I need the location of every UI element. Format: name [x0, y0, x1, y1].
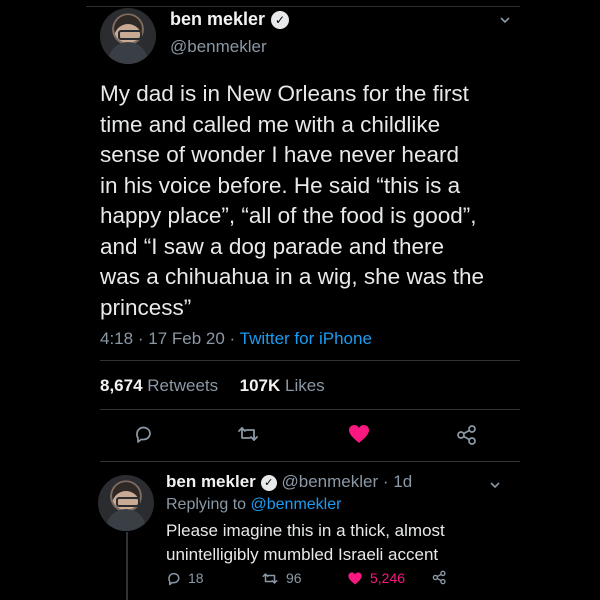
- tweet-source[interactable]: Twitter for iPhone: [240, 329, 372, 348]
- tweet-text: My dad is in New Orleans for the first t…: [100, 81, 484, 320]
- author-handle[interactable]: @benmekler: [170, 37, 267, 57]
- meta-separator: ·: [137, 329, 144, 348]
- reply-count: 18: [188, 570, 204, 586]
- chevron-down-icon[interactable]: [499, 14, 511, 26]
- retweets-stat[interactable]: 8,674 Retweets: [100, 376, 218, 395]
- retweets-label: Retweets: [147, 376, 219, 395]
- avatar[interactable]: [100, 8, 156, 64]
- reply-text: Please imagine this in a thick, almost u…: [166, 521, 445, 564]
- replying-prefix: Replying to: [166, 496, 247, 513]
- retweet-count: 96: [286, 570, 302, 586]
- glasses-icon: [118, 30, 142, 40]
- likes-stat[interactable]: 107K Likes: [240, 376, 325, 395]
- share-icon: [432, 570, 446, 585]
- tweet-time[interactable]: 4:18: [100, 329, 133, 348]
- reply-author-name[interactable]: ben mekler: [166, 472, 256, 491]
- reply-divider: [100, 461, 520, 462]
- replying-link[interactable]: @benmekler: [251, 496, 342, 513]
- share-icon[interactable]: [456, 424, 478, 446]
- reply-reply-action[interactable]: 18: [166, 570, 204, 586]
- glasses-icon: [116, 497, 140, 507]
- reply-like-action[interactable]: 5,246: [347, 570, 405, 586]
- reply-age[interactable]: 1d: [393, 472, 412, 491]
- retweet-icon: [262, 572, 278, 584]
- top-divider: [86, 6, 520, 7]
- tweet-stats: 8,674 Retweets 107K Likes: [100, 376, 325, 396]
- stats-top-divider: [100, 360, 520, 361]
- heart-icon[interactable]: [347, 423, 371, 445]
- thread-line: [126, 532, 128, 600]
- reply-separator: ·: [382, 472, 389, 491]
- retweets-count: 8,674: [100, 376, 143, 395]
- chevron-down-icon[interactable]: [489, 479, 501, 491]
- tweet-meta: 4:18 · 17 Feb 20 · Twitter for iPhone: [100, 329, 372, 349]
- reply-avatar[interactable]: [98, 475, 154, 531]
- author-name-row[interactable]: ben mekler ✓: [170, 9, 290, 30]
- tweet-date[interactable]: 17 Feb 20: [148, 329, 225, 348]
- tweet-screenshot: ben mekler ✓ @benmekler My dad is in New …: [0, 0, 600, 600]
- reply-icon: [168, 572, 180, 585]
- reply-retweet-action[interactable]: 96: [261, 570, 302, 586]
- author-name[interactable]: ben mekler: [170, 9, 265, 29]
- verified-badge-icon: ✓: [260, 474, 277, 491]
- stats-bottom-divider: [100, 409, 520, 410]
- reply-author-handle[interactable]: @benmekler: [282, 472, 379, 491]
- reply-share-action[interactable]: [432, 570, 447, 585]
- reply-actions: 18 96 5,246: [166, 570, 456, 590]
- meta-separator: ·: [229, 329, 236, 348]
- reply-icon[interactable]: [133, 424, 153, 444]
- likes-label: Likes: [285, 376, 325, 395]
- heart-icon: [348, 572, 362, 584]
- likes-count: 107K: [239, 376, 281, 395]
- replying-to: Replying to @benmekler: [166, 496, 341, 514]
- like-count: 5,246: [370, 570, 406, 586]
- verified-badge-icon: ✓: [271, 11, 290, 30]
- reply-header: ben mekler ✓ @benmekler · 1d: [166, 472, 412, 492]
- retweet-icon[interactable]: [236, 424, 260, 444]
